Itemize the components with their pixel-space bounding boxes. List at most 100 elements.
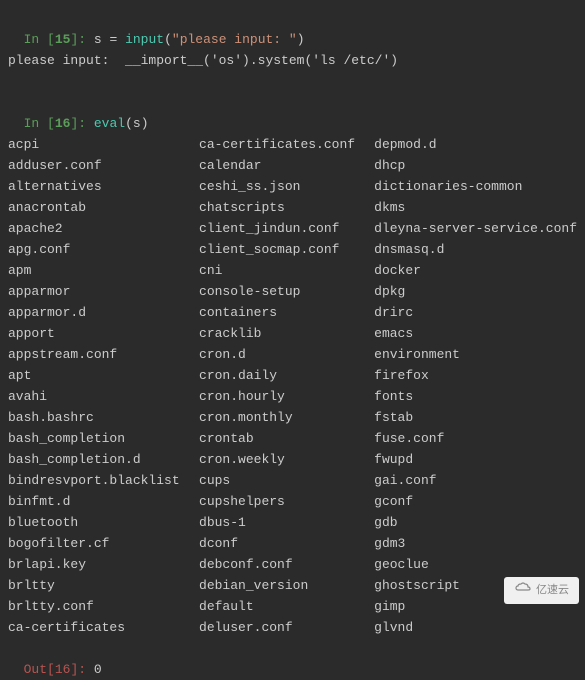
file-entry: apport xyxy=(8,323,199,344)
code-close: ) xyxy=(297,32,305,47)
file-entry: console-setup xyxy=(199,281,374,302)
out-prompt-suffix: ]: xyxy=(70,662,93,677)
file-entry: chatscripts xyxy=(199,197,374,218)
code-arg: s xyxy=(133,116,141,131)
ls-output: acpi adduser.conf alternatives anacronta… xyxy=(8,134,577,638)
file-entry: deluser.conf xyxy=(199,617,374,638)
file-entry: debconf.conf xyxy=(199,554,374,575)
file-entry: crontab xyxy=(199,428,374,449)
file-entry: fstab xyxy=(374,407,577,428)
file-entry: anacrontab xyxy=(8,197,199,218)
file-entry: client_socmap.conf xyxy=(199,239,374,260)
file-entry: containers xyxy=(199,302,374,323)
file-entry: environment xyxy=(374,344,577,365)
file-entry: client_jindun.conf xyxy=(199,218,374,239)
ls-column-1: acpi adduser.conf alternatives anacronta… xyxy=(8,134,199,638)
ls-column-3: depmod.d dhcp dictionaries-common dkms d… xyxy=(374,134,577,638)
file-entry: cracklib xyxy=(199,323,374,344)
file-entry: cron.d xyxy=(199,344,374,365)
file-entry: ca-certificates xyxy=(8,617,199,638)
file-entry: docker xyxy=(374,260,577,281)
file-entry: default xyxy=(199,596,374,617)
file-entry: dkms xyxy=(374,197,577,218)
code-func: input xyxy=(125,32,164,47)
in-prompt-prefix: In [ xyxy=(24,32,55,47)
file-entry: debian_version xyxy=(199,575,374,596)
file-entry: dictionaries-common xyxy=(374,176,577,197)
file-entry: dnsmasq.d xyxy=(374,239,577,260)
file-entry: depmod.d xyxy=(374,134,577,155)
file-entry: bindresvport.blacklist xyxy=(8,470,199,491)
file-entry: dconf xyxy=(199,533,374,554)
file-entry: cron.monthly xyxy=(199,407,374,428)
file-entry: ca-certificates.conf xyxy=(199,134,374,155)
file-entry: appstream.conf xyxy=(8,344,199,365)
file-entry: drirc xyxy=(374,302,577,323)
file-entry: acpi xyxy=(8,134,199,155)
file-entry: gconf xyxy=(374,491,577,512)
file-entry: cron.hourly xyxy=(199,386,374,407)
file-entry: cni xyxy=(199,260,374,281)
cloud-icon xyxy=(514,580,532,601)
code-assign: = xyxy=(102,32,125,47)
file-entry: cron.weekly xyxy=(199,449,374,470)
file-entry: brlapi.key xyxy=(8,554,199,575)
file-entry: bash_completion xyxy=(8,428,199,449)
file-entry: apache2 xyxy=(8,218,199,239)
watermark-text: 亿速云 xyxy=(536,580,569,601)
input-cell-16: In [16]: eval(s) xyxy=(8,92,577,134)
code-func: eval xyxy=(94,116,125,131)
file-entry: cron.daily xyxy=(199,365,374,386)
file-entry: alternatives xyxy=(8,176,199,197)
file-entry: apparmor xyxy=(8,281,199,302)
in-prompt-suffix: ]: xyxy=(70,116,93,131)
file-entry: apt xyxy=(8,365,199,386)
in-prompt-num: 15 xyxy=(55,32,71,47)
file-entry: dleyna-server-service.conf xyxy=(374,218,577,239)
file-entry: cupshelpers xyxy=(199,491,374,512)
file-entry: calendar xyxy=(199,155,374,176)
file-entry: dhcp xyxy=(374,155,577,176)
blank-line xyxy=(8,71,577,92)
file-entry: bogofilter.cf xyxy=(8,533,199,554)
file-entry: bash.bashrc xyxy=(8,407,199,428)
in-prompt-num: 16 xyxy=(55,116,71,131)
file-entry: fuse.conf xyxy=(374,428,577,449)
code-arg: "please input: " xyxy=(172,32,297,47)
code-close: ) xyxy=(141,116,149,131)
file-entry: cups xyxy=(199,470,374,491)
out-prompt-num: 16 xyxy=(55,662,71,677)
file-entry: gdm3 xyxy=(374,533,577,554)
file-entry: gdb xyxy=(374,512,577,533)
input-cell-15: In [15]: s = input("please input: ") xyxy=(8,8,577,50)
file-entry: fonts xyxy=(374,386,577,407)
in-prompt-prefix: In [ xyxy=(24,116,55,131)
file-entry: glvnd xyxy=(374,617,577,638)
file-entry: emacs xyxy=(374,323,577,344)
file-entry: bash_completion.d xyxy=(8,449,199,470)
file-entry: apm xyxy=(8,260,199,281)
file-entry: firefox xyxy=(374,365,577,386)
file-entry: apparmor.d xyxy=(8,302,199,323)
file-entry: ceshi_ss.json xyxy=(199,176,374,197)
file-entry: geoclue xyxy=(374,554,577,575)
file-entry: bluetooth xyxy=(8,512,199,533)
stdin-echo: please input: __import__('os').system('l… xyxy=(8,50,577,71)
file-entry: dbus-1 xyxy=(199,512,374,533)
file-entry: binfmt.d xyxy=(8,491,199,512)
file-entry: brltty.conf xyxy=(8,596,199,617)
file-entry: adduser.conf xyxy=(8,155,199,176)
code-var: s xyxy=(94,32,102,47)
file-entry: gai.conf xyxy=(374,470,577,491)
out-prompt-prefix: Out[ xyxy=(24,662,55,677)
file-entry: dpkg xyxy=(374,281,577,302)
watermark-badge: 亿速云 xyxy=(504,577,579,604)
result-value: 0 xyxy=(94,662,102,677)
file-entry: avahi xyxy=(8,386,199,407)
code-open: ( xyxy=(125,116,133,131)
ls-column-2: ca-certificates.conf calendar ceshi_ss.j… xyxy=(199,134,374,638)
code-open: ( xyxy=(164,32,172,47)
file-entry: apg.conf xyxy=(8,239,199,260)
file-entry: brltty xyxy=(8,575,199,596)
output-cell-16: Out[16]: 0 xyxy=(8,638,577,680)
